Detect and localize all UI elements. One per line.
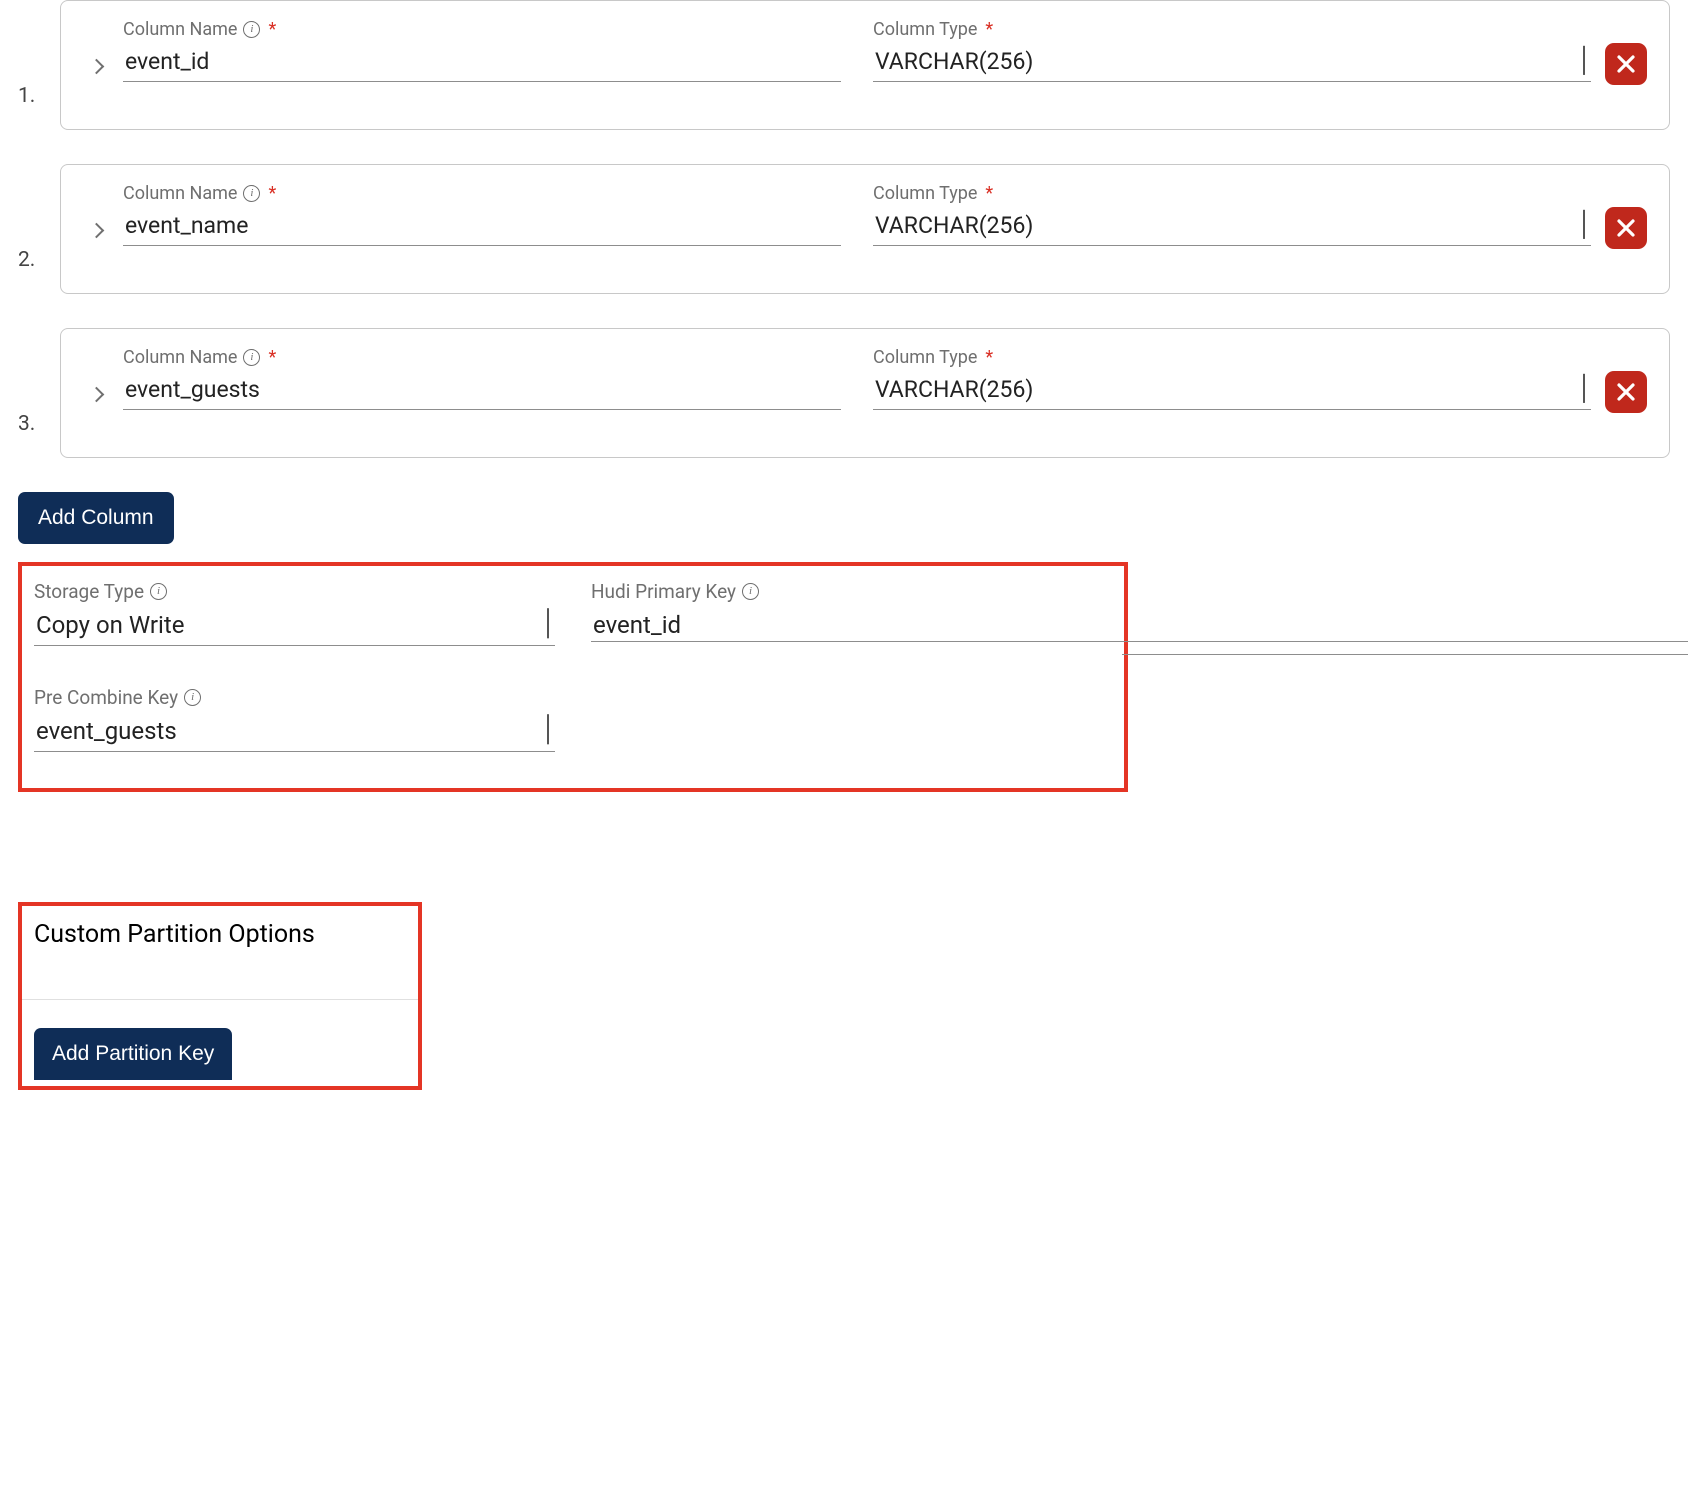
info-icon[interactable]: i: [184, 689, 201, 706]
expand-toggle[interactable]: [83, 381, 109, 407]
hudi-primary-key-label: Hudi Primary Key: [591, 580, 736, 603]
hudi-primary-key-select[interactable]: event_id: [591, 605, 1112, 645]
required-indicator: *: [268, 19, 276, 40]
pre-combine-key-label: Pre Combine Key: [34, 686, 178, 709]
column-type-label: Column Type: [873, 347, 977, 368]
column-type-select[interactable]: VARCHAR(256): [873, 206, 1591, 246]
info-icon[interactable]: i: [742, 583, 759, 600]
info-icon[interactable]: i: [150, 583, 167, 600]
storage-type-field: Storage Type i Copy on Write: [34, 580, 555, 646]
close-icon: [1614, 216, 1638, 240]
chevron-down-icon: [547, 714, 549, 742]
chevron-down-icon: [547, 608, 549, 636]
column-type-label: Column Type: [873, 19, 977, 40]
info-icon[interactable]: i: [243, 349, 260, 366]
chevron-right-icon: [88, 222, 104, 238]
storage-type-value: Copy on Write: [36, 611, 184, 639]
pre-combine-key-value: event_guests: [36, 717, 177, 745]
hudi-primary-key-field: Hudi Primary Key i event_id: [591, 580, 1112, 646]
column-type-label: Column Type: [873, 183, 977, 204]
delete-column-button[interactable]: [1605, 371, 1647, 413]
required-indicator: *: [985, 19, 993, 40]
column-name-label: Column Name: [123, 19, 237, 40]
required-indicator: *: [985, 347, 993, 368]
info-icon[interactable]: i: [243, 185, 260, 202]
hudi-primary-key-underline: [591, 641, 1688, 642]
divider: [22, 999, 418, 1000]
storage-type-label: Storage Type: [34, 580, 144, 603]
close-icon: [1614, 52, 1638, 76]
row-index: 2.: [18, 186, 60, 272]
column-name-label: Column Name: [123, 347, 237, 368]
hudi-primary-key-select-ext[interactable]: [1122, 580, 1688, 655]
info-icon[interactable]: i: [243, 21, 260, 38]
column-row: 1. Column Name i * Column Type *: [18, 0, 1670, 130]
column-name-input[interactable]: [123, 370, 841, 410]
column-row: 2. Column Name i * Column Type *: [18, 164, 1670, 294]
column-type-value: VARCHAR(256): [875, 212, 1033, 239]
delete-column-button[interactable]: [1605, 43, 1647, 85]
column-row: 3. Column Name i * Column Type *: [18, 328, 1670, 458]
pre-combine-key-select[interactable]: event_guests: [34, 711, 555, 752]
column-name-input[interactable]: [123, 206, 841, 246]
row-index: 1.: [18, 22, 60, 108]
pre-combine-key-field: Pre Combine Key i event_guests: [34, 686, 555, 752]
column-name-input[interactable]: [123, 42, 841, 82]
hudi-primary-key-value: event_id: [593, 611, 681, 639]
chevron-down-icon: [1583, 45, 1585, 72]
required-indicator: *: [268, 183, 276, 204]
required-indicator: *: [985, 183, 993, 204]
chevron-down-icon: [1583, 373, 1585, 400]
custom-partition-title: Custom Partition Options: [34, 920, 406, 949]
expand-toggle[interactable]: [83, 53, 109, 79]
custom-partition-panel: Custom Partition Options Add Partition K…: [18, 902, 422, 1090]
add-partition-key-button[interactable]: Add Partition Key: [34, 1028, 232, 1080]
close-icon: [1614, 380, 1638, 404]
chevron-down-icon: [1583, 209, 1585, 236]
column-name-label: Column Name: [123, 183, 237, 204]
chevron-right-icon: [88, 386, 104, 402]
column-type-select[interactable]: VARCHAR(256): [873, 42, 1591, 82]
chevron-right-icon: [88, 58, 104, 74]
delete-column-button[interactable]: [1605, 207, 1647, 249]
column-type-value: VARCHAR(256): [875, 48, 1033, 75]
hudi-settings-panel: Storage Type i Copy on Write Hudi Primar…: [18, 562, 1128, 792]
expand-toggle[interactable]: [83, 217, 109, 243]
row-index: 3.: [18, 350, 60, 436]
column-type-select[interactable]: VARCHAR(256): [873, 370, 1591, 410]
column-type-value: VARCHAR(256): [875, 376, 1033, 403]
required-indicator: *: [268, 347, 276, 368]
add-column-button[interactable]: Add Column: [18, 492, 174, 544]
storage-type-select[interactable]: Copy on Write: [34, 605, 555, 646]
